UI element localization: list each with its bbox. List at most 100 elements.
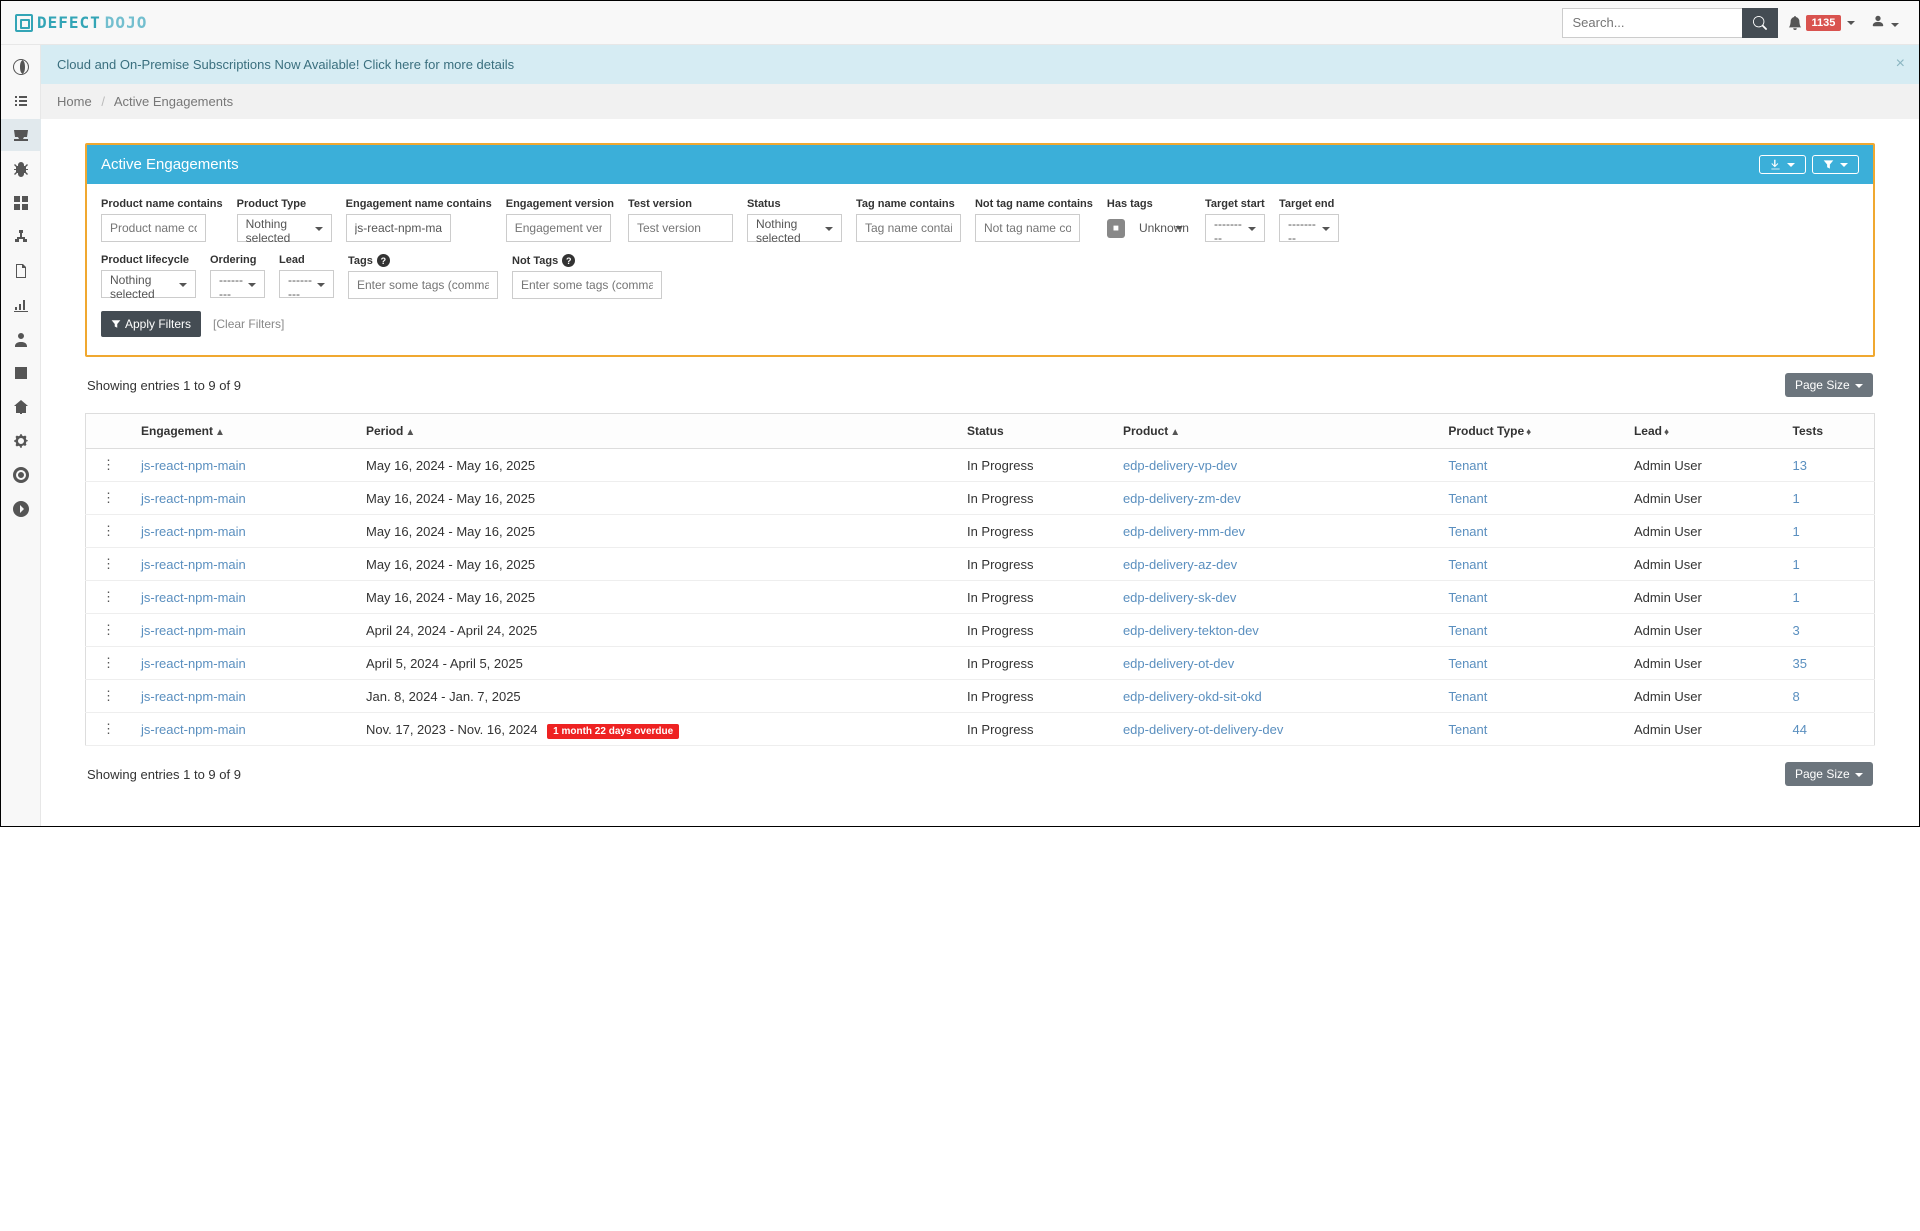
tag-name-input[interactable] bbox=[856, 214, 961, 242]
engagement-link[interactable]: js-react-npm-main bbox=[141, 623, 246, 638]
notifications-menu[interactable]: 1135 bbox=[1788, 15, 1856, 31]
sidebar-findings[interactable] bbox=[1, 153, 41, 185]
engagement-link[interactable]: js-react-npm-main bbox=[141, 491, 246, 506]
status-select[interactable]: Nothing selected bbox=[747, 214, 842, 242]
product-link[interactable]: edp-delivery-sk-dev bbox=[1123, 590, 1236, 605]
product-type-link[interactable]: Tenant bbox=[1448, 590, 1487, 605]
ordering-select[interactable]: --------- bbox=[210, 270, 265, 298]
sidebar-metrics[interactable] bbox=[1, 289, 41, 321]
product-link[interactable]: edp-delivery-vp-dev bbox=[1123, 458, 1237, 473]
product-link[interactable]: edp-delivery-zm-dev bbox=[1123, 491, 1241, 506]
col-product[interactable]: Product▲ bbox=[1113, 414, 1438, 449]
product-type-link[interactable]: Tenant bbox=[1448, 656, 1487, 671]
row-menu[interactable]: ⋮ bbox=[96, 721, 121, 736]
banner-close[interactable]: × bbox=[1896, 55, 1905, 73]
engagement-link[interactable]: js-react-npm-main bbox=[141, 722, 246, 737]
sidebar-calendar[interactable] bbox=[1, 357, 41, 389]
row-menu[interactable]: ⋮ bbox=[96, 523, 121, 538]
test-version-input[interactable] bbox=[628, 214, 733, 242]
product-type-link[interactable]: Tenant bbox=[1448, 458, 1487, 473]
tags-input[interactable] bbox=[348, 271, 498, 299]
col-product-type[interactable]: Product Type♦ bbox=[1438, 414, 1624, 449]
product-type-link[interactable]: Tenant bbox=[1448, 722, 1487, 737]
tests-link[interactable]: 8 bbox=[1793, 689, 1800, 704]
product-link[interactable]: edp-delivery-mm-dev bbox=[1123, 524, 1245, 539]
help-icon[interactable]: ? bbox=[562, 254, 575, 267]
tests-link[interactable]: 1 bbox=[1793, 491, 1800, 506]
row-menu[interactable]: ⋮ bbox=[96, 589, 121, 604]
sidebar-list[interactable] bbox=[1, 85, 41, 117]
search-input[interactable] bbox=[1562, 8, 1742, 38]
tests-link[interactable]: 1 bbox=[1793, 557, 1800, 572]
product-type-link[interactable]: Tenant bbox=[1448, 557, 1487, 572]
row-menu[interactable]: ⋮ bbox=[96, 655, 121, 670]
col-lead[interactable]: Lead♦ bbox=[1624, 414, 1783, 449]
sidebar-settings[interactable] bbox=[1, 425, 41, 457]
col-status[interactable]: Status bbox=[957, 414, 1113, 449]
sidebar-reports[interactable] bbox=[1, 255, 41, 287]
engagement-link[interactable]: js-react-npm-main bbox=[141, 524, 246, 539]
target-end-select[interactable]: --------- bbox=[1279, 214, 1339, 242]
has-tags-select[interactable]: Unknown bbox=[1131, 214, 1191, 242]
page-size-top[interactable]: Page Size bbox=[1785, 373, 1873, 397]
row-menu[interactable]: ⋮ bbox=[96, 622, 121, 637]
tests-link[interactable]: 1 bbox=[1793, 590, 1800, 605]
sidebar-users[interactable] bbox=[1, 323, 41, 355]
sidebar-dashboard[interactable] bbox=[1, 51, 41, 83]
tests-link[interactable]: 3 bbox=[1793, 623, 1800, 638]
row-menu[interactable]: ⋮ bbox=[96, 457, 121, 472]
sidebar-components[interactable] bbox=[1, 187, 41, 219]
sidebar-engagements[interactable] bbox=[1, 119, 41, 151]
product-name-input[interactable] bbox=[101, 214, 206, 242]
col-period[interactable]: Period▲ bbox=[356, 414, 957, 449]
engagement-link[interactable]: js-react-npm-main bbox=[141, 458, 246, 473]
product-link[interactable]: edp-delivery-ot-delivery-dev bbox=[1123, 722, 1283, 737]
product-type-link[interactable]: Tenant bbox=[1448, 491, 1487, 506]
filter-icon bbox=[111, 319, 121, 329]
col-tests[interactable]: Tests bbox=[1783, 414, 1875, 449]
search-button[interactable] bbox=[1742, 8, 1778, 38]
tests-link[interactable]: 35 bbox=[1793, 656, 1807, 671]
clear-filters-link[interactable]: [Clear Filters] bbox=[213, 317, 284, 331]
product-type-link[interactable]: Tenant bbox=[1448, 689, 1487, 704]
row-menu[interactable]: ⋮ bbox=[96, 490, 121, 505]
breadcrumb-home[interactable]: Home bbox=[57, 94, 92, 109]
table-row: ⋮js-react-npm-mainNov. 17, 2023 - Nov. 1… bbox=[86, 713, 1875, 746]
engagement-version-input[interactable] bbox=[506, 214, 611, 242]
engagement-link[interactable]: js-react-npm-main bbox=[141, 656, 246, 671]
engagement-link[interactable]: js-react-npm-main bbox=[141, 689, 246, 704]
product-link[interactable]: edp-delivery-okd-sit-okd bbox=[1123, 689, 1262, 704]
help-icon[interactable]: ? bbox=[377, 254, 390, 267]
product-type-select[interactable]: Nothing selected bbox=[237, 214, 332, 242]
subscription-banner[interactable]: Cloud and On-Premise Subscriptions Now A… bbox=[41, 45, 1919, 84]
user-menu[interactable] bbox=[1865, 14, 1905, 31]
product-type-link[interactable]: Tenant bbox=[1448, 524, 1487, 539]
engagement-name-input[interactable] bbox=[346, 214, 451, 242]
product-link[interactable]: edp-delivery-ot-dev bbox=[1123, 656, 1234, 671]
sidebar-rules[interactable] bbox=[1, 391, 41, 423]
product-lifecycle-select[interactable]: Nothing selected bbox=[101, 270, 196, 298]
engagement-link[interactable]: js-react-npm-main bbox=[141, 590, 246, 605]
lead-select[interactable]: --------- bbox=[279, 270, 334, 298]
not-tag-name-input[interactable] bbox=[975, 214, 1080, 242]
product-link[interactable]: edp-delivery-tekton-dev bbox=[1123, 623, 1259, 638]
row-menu[interactable]: ⋮ bbox=[96, 556, 121, 571]
tests-link[interactable]: 13 bbox=[1793, 458, 1807, 473]
sidebar-endpoints[interactable] bbox=[1, 221, 41, 253]
apply-filters-button[interactable]: Apply Filters bbox=[101, 311, 201, 337]
col-engagement[interactable]: Engagement▲ bbox=[131, 414, 356, 449]
engagement-link[interactable]: js-react-npm-main bbox=[141, 557, 246, 572]
export-button[interactable] bbox=[1759, 155, 1806, 174]
page-size-bottom[interactable]: Page Size bbox=[1785, 762, 1873, 786]
product-link[interactable]: edp-delivery-az-dev bbox=[1123, 557, 1237, 572]
tests-link[interactable]: 44 bbox=[1793, 722, 1807, 737]
target-start-select[interactable]: --------- bbox=[1205, 214, 1265, 242]
logo[interactable]: DEFECT DOJO bbox=[15, 13, 147, 32]
product-type-link[interactable]: Tenant bbox=[1448, 623, 1487, 638]
filter-toggle-button[interactable] bbox=[1812, 155, 1859, 174]
not-tags-input[interactable] bbox=[512, 271, 662, 299]
row-menu[interactable]: ⋮ bbox=[96, 688, 121, 703]
sidebar-help[interactable] bbox=[1, 459, 41, 491]
sidebar-collapse[interactable] bbox=[1, 493, 41, 525]
tests-link[interactable]: 1 bbox=[1793, 524, 1800, 539]
